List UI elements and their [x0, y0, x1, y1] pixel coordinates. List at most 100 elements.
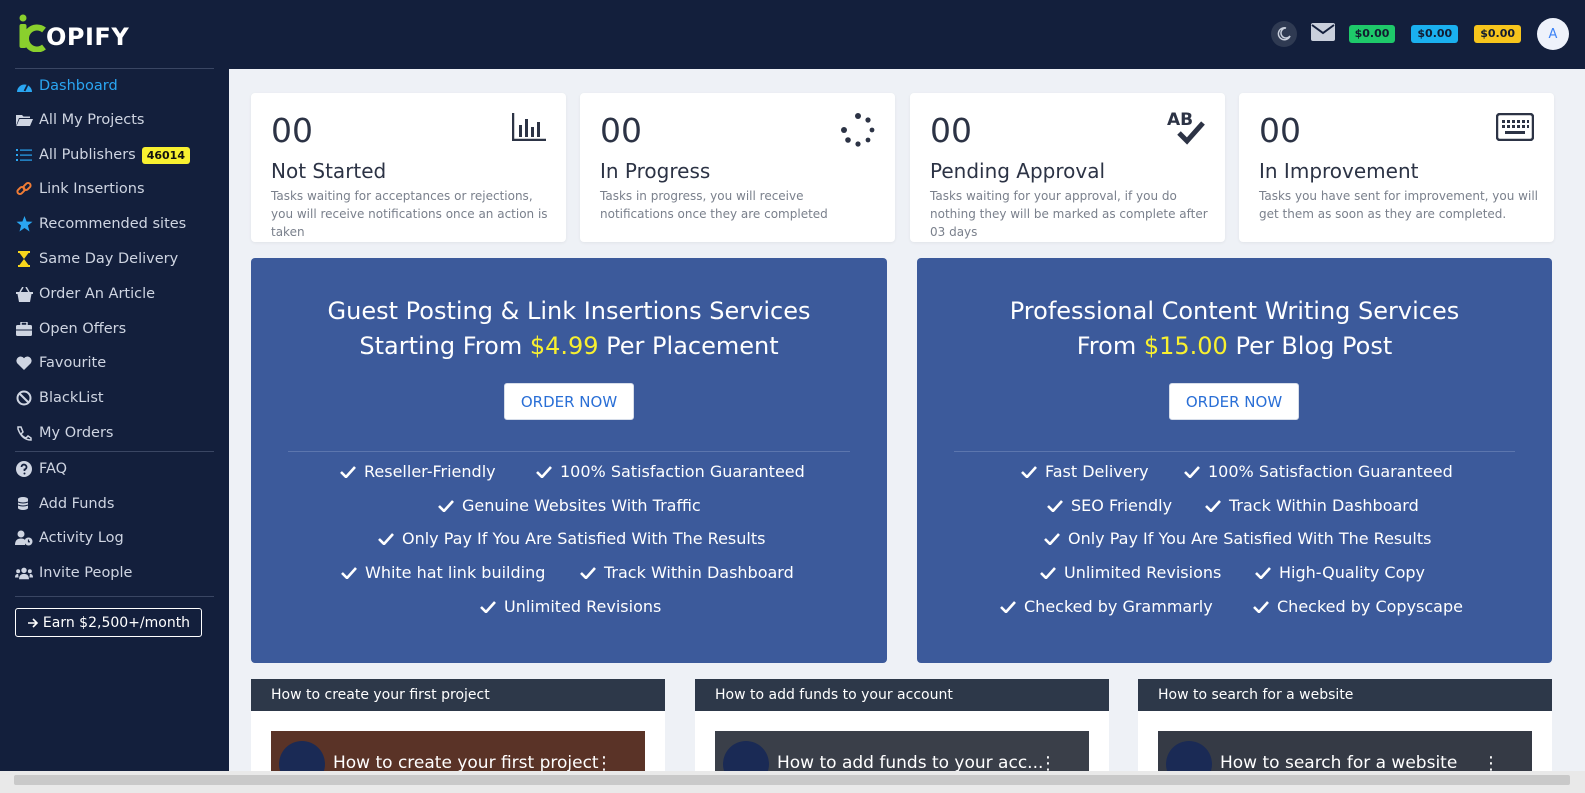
- stat-description: Tasks waiting for acceptances or rejecti…: [271, 189, 548, 239]
- sidebar-item-label: Favourite: [39, 355, 107, 371]
- header-actions: $0.00 $0.00 $0.00 A: [1270, 18, 1569, 50]
- sidebar-item-add-funds[interactable]: Add Funds: [15, 492, 114, 516]
- feature-item: Genuine Websites With Traffic: [438, 496, 701, 516]
- sidebar-item-label: Add Funds: [39, 496, 115, 512]
- dashboard-icon: [15, 77, 33, 95]
- dark-mode-toggle[interactable]: [1270, 21, 1297, 47]
- top-navbar: OPIFY $0.00 $0.00 $0.00 A: [0, 0, 1585, 69]
- check-icon: [1000, 601, 1016, 613]
- balance-badge-pending[interactable]: $0.00: [1474, 25, 1521, 43]
- feature-item: SEO Friendly: [1047, 496, 1172, 516]
- order-now-button[interactable]: ORDER NOW: [1169, 383, 1299, 420]
- promo-title-line: Starting From $4.99 Per Placement: [251, 329, 887, 364]
- feature-label: Reseller-Friendly: [364, 462, 496, 481]
- briefcase-icon: [15, 320, 33, 338]
- users-icon: [15, 564, 33, 582]
- stat-description: Tasks waiting for your approval, if you …: [930, 189, 1208, 239]
- feature-item: 100% Satisfaction Guaranteed: [536, 462, 805, 482]
- sidebar-item-label: All My Projects: [39, 112, 145, 128]
- stat-description: Tasks you have sent for improvement, you…: [1259, 189, 1538, 221]
- feature-label: White hat link building: [365, 563, 546, 582]
- check-icon: [580, 567, 596, 579]
- promo-price: $15.00: [1143, 332, 1228, 360]
- feature-label: Fast Delivery: [1045, 462, 1149, 481]
- sidebar-item-my-orders[interactable]: My Orders: [15, 421, 113, 445]
- feature-label: Track Within Dashboard: [1229, 496, 1419, 515]
- sidebar-divider: [15, 68, 214, 69]
- earn-affiliate-button[interactable]: Earn $2,500+/month: [15, 608, 202, 637]
- check-icon: [1255, 567, 1271, 579]
- messages-button[interactable]: [1310, 23, 1335, 45]
- promo-title-suffix: Per Placement: [598, 332, 779, 360]
- stat-count: 00: [600, 111, 642, 150]
- sidebar-item-invite-people[interactable]: Invite People: [15, 561, 132, 585]
- sidebar-divider: [15, 451, 214, 452]
- feature-item: 100% Satisfaction Guaranteed: [1184, 462, 1453, 482]
- user-clock-icon: [15, 529, 33, 547]
- folder-open-icon: [15, 111, 33, 129]
- sidebar-item-dashboard[interactable]: Dashboard: [15, 74, 118, 98]
- question-icon: [15, 460, 33, 478]
- sidebar-item-link-insertions[interactable]: Link Insertions: [15, 177, 145, 201]
- sidebar-item-label: Invite People: [39, 565, 133, 581]
- sidebar-item-label: All Publishers: [39, 147, 136, 163]
- scrollbar-thumb[interactable]: [14, 775, 1570, 785]
- moon-icon: [1277, 27, 1291, 41]
- video-card-title: How to add funds to your account: [695, 679, 1109, 711]
- envelope-icon: [1310, 23, 1335, 41]
- sidebar-divider: [15, 596, 214, 597]
- sidebar-item-label: BlackList: [39, 390, 104, 406]
- check-icon: [1253, 601, 1269, 613]
- sidebar-item-faq[interactable]: FAQ: [15, 457, 67, 481]
- user-avatar[interactable]: A: [1537, 18, 1569, 50]
- video-card-title: How to search for a website: [1138, 679, 1552, 711]
- feature-label: SEO Friendly: [1071, 496, 1173, 515]
- sidebar-item-favourite[interactable]: Favourite: [15, 351, 106, 375]
- balance-badge-main[interactable]: $0.00: [1348, 25, 1396, 43]
- sidebar-item-all-publishers[interactable]: All Publishers 46014: [15, 143, 190, 167]
- arrow-right-icon: [27, 617, 39, 629]
- feature-item: Track Within Dashboard: [1205, 496, 1419, 516]
- sidebar-item-order-an-article[interactable]: Order An Article: [15, 282, 155, 306]
- sidebar-item-open-offers[interactable]: Open Offers: [15, 317, 126, 341]
- promo-price: $4.99: [529, 332, 599, 360]
- stat-title: In Improvement: [1259, 159, 1419, 183]
- sidebar-item-label: Recommended sites: [39, 216, 187, 232]
- promo-title-prefix: From: [1076, 332, 1144, 360]
- sidebar-item-label: Dashboard: [39, 78, 118, 94]
- check-icon: [1205, 500, 1221, 512]
- stat-count: 00: [1259, 111, 1301, 150]
- check-icon: [438, 500, 454, 512]
- check-icon: [536, 466, 552, 478]
- video-thumbnail-title: How to search for a website: [1220, 753, 1458, 773]
- bar-chart-icon: [511, 113, 546, 145]
- check-icon: [1040, 567, 1056, 579]
- order-now-button[interactable]: ORDER NOW: [504, 383, 634, 420]
- sidebar-item-same-day-delivery[interactable]: Same Day Delivery: [15, 247, 178, 271]
- sidebar-item-activity-log[interactable]: Activity Log: [15, 526, 124, 550]
- balance-badge-secondary[interactable]: $0.00: [1411, 25, 1459, 43]
- video-thumbnail-title: How to add funds to your acc...: [777, 753, 1044, 773]
- keyboard-icon: [1495, 112, 1535, 145]
- check-icon: [378, 533, 394, 545]
- sidebar-item-all-my-projects[interactable]: All My Projects: [15, 108, 144, 132]
- feature-item: White hat link building: [341, 563, 545, 583]
- promo-divider: [288, 451, 850, 452]
- stat-card-not-started: 00 Not Started Tasks waiting for accepta…: [251, 93, 566, 242]
- sidebar-item-recommended-sites[interactable]: Recommended sites: [15, 212, 186, 236]
- promo-title: Professional Content Writing Services Fr…: [917, 294, 1552, 364]
- link-icon: [15, 180, 33, 198]
- sidebar-item-blacklist[interactable]: BlackList: [15, 386, 104, 410]
- spell-check-icon: AB: [1167, 109, 1205, 149]
- logo[interactable]: OPIFY: [16, 14, 129, 53]
- feature-label: Track Within Dashboard: [604, 563, 794, 582]
- check-icon: [1047, 500, 1063, 512]
- stat-card-in-improvement: 00 In Improvement Tasks you have sent fo…: [1239, 93, 1554, 242]
- stat-count: 00: [930, 111, 972, 150]
- promo-title-line: Guest Posting & Link Insertions Services: [327, 297, 811, 325]
- feature-label: Checked by Copyscape: [1277, 597, 1463, 616]
- sidebar-item-label: Order An Article: [39, 286, 156, 302]
- sidebar-item-label: Activity Log: [39, 530, 124, 546]
- sidebar-item-label: Same Day Delivery: [39, 251, 179, 267]
- coins-icon: [15, 495, 33, 513]
